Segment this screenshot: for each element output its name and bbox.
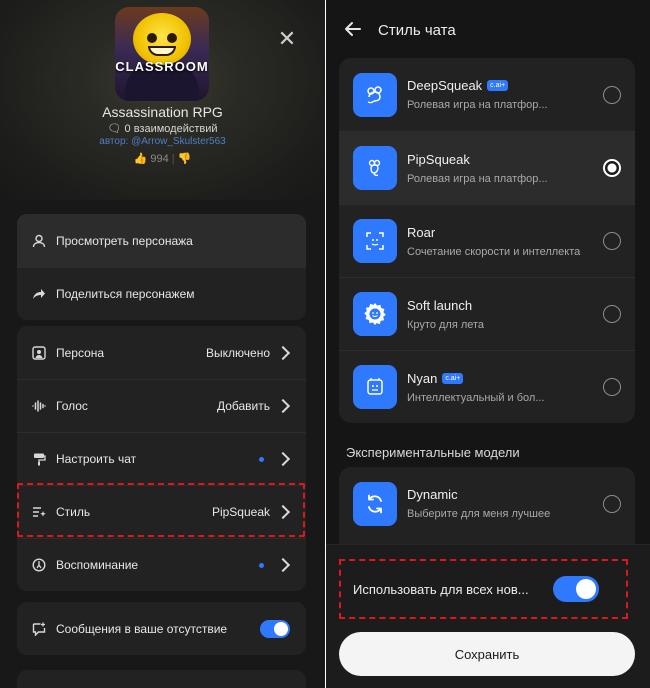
style-value: PipSqueak <box>211 505 270 519</box>
chevron-right-icon <box>275 451 291 467</box>
cat-icon <box>353 365 397 409</box>
model-description: Сочетание скорости и интеллекта <box>407 245 581 258</box>
avatar-mouth <box>148 46 176 56</box>
character-avatar: CLASSROOM <box>115 7 209 101</box>
avatar-eye <box>167 33 177 43</box>
new-indicator-dot <box>259 456 264 462</box>
mouse-small-icon <box>353 146 397 190</box>
style-lines-icon <box>31 504 47 520</box>
model-radio[interactable] <box>603 494 621 513</box>
model-radio[interactable] <box>603 378 621 396</box>
voice-value: Добавить <box>216 399 270 413</box>
voice-row[interactable]: Голос Добавить <box>17 379 306 432</box>
memory-row[interactable]: Воспоминание <box>17 538 306 591</box>
away-messages-row: Сообщения в ваше отсутствие <box>17 602 306 655</box>
chat-settings-card: Персона Выключено Голос Добавить Настрои… <box>17 326 306 591</box>
memory-label: Воспоминание <box>56 558 139 572</box>
model-list: DeepSqueak c.ai+ Ролевая игра на платфор.… <box>339 58 635 423</box>
model-description: Ролевая игра на платфор... <box>407 172 548 185</box>
interactions-count: 🗨 0 взаимодействий <box>0 122 325 135</box>
model-name: Soft launch <box>407 297 473 313</box>
chevron-right-icon <box>275 557 291 573</box>
use-for-all-toggle[interactable] <box>553 576 599 602</box>
avatar-eye <box>147 33 157 43</box>
message-plus-icon <box>31 621 47 637</box>
model-description: Интеллектуальный и бол... <box>407 391 545 404</box>
model-radio[interactable] <box>603 305 621 323</box>
model-description: Выберите для меня лучшее <box>407 508 551 520</box>
character-actions-card: Просмотреть персонажа Поделиться персона… <box>17 214 306 320</box>
likes-count: 994 <box>150 153 169 165</box>
model-radio-selected[interactable] <box>603 159 621 177</box>
persona-label: Персона <box>56 345 105 360</box>
save-button[interactable]: Сохранить <box>339 632 635 676</box>
view-character-button[interactable]: Просмотреть персонажа <box>17 214 306 267</box>
model-option-soft-launch[interactable]: Soft launch Круто для лета <box>339 277 635 350</box>
chat-style-panel: Стиль чата DeepSqueak c.ai+ Ролевая игра … <box>326 0 650 688</box>
share-character-button[interactable]: Поделиться персонажем <box>17 267 306 320</box>
model-option-dynamic[interactable]: Dynamic Выберите для меня лучшее <box>339 467 635 540</box>
model-name: PipSqueak <box>407 151 470 167</box>
cai-plus-badge: c.ai+ <box>487 80 509 91</box>
thumbs-up-icon[interactable]: 👍 <box>134 153 148 165</box>
thumbs-down-icon[interactable]: 👎 <box>178 153 192 165</box>
use-for-all-row: Использовать для всех нов... <box>340 559 620 619</box>
model-option-deepsqueak[interactable]: DeepSqueak c.ai+ Ролевая игра на платфор.… <box>339 58 635 131</box>
refresh-icon <box>353 481 397 526</box>
chevron-right-icon <box>275 398 291 414</box>
model-option-nyan[interactable]: Nyan c.ai+ Интеллектуальный и бол... <box>339 350 635 423</box>
mouse-icon <box>353 72 397 117</box>
model-name: Nyan <box>407 370 438 386</box>
character-panel: CLASSROOM ✕ Assassination RPG 🗨 0 взаимо… <box>0 0 325 688</box>
view-character-label: Просмотреть персонажа <box>56 233 193 248</box>
author-link[interactable]: автор: @Arrow_Skulster563 <box>0 136 325 147</box>
customize-chat-row[interactable]: Настроить чат <box>17 432 306 485</box>
experimental-models-heading: Экспериментальные модели <box>346 445 520 460</box>
sun-icon <box>353 292 397 336</box>
use-for-all-label: Использовать для всех нов... <box>353 581 529 597</box>
bottom-actions: Использовать для всех нов... Сохранить <box>326 544 650 688</box>
page-title: Стиль чата <box>378 22 456 39</box>
vote-bar: 👍 994 | 👎 <box>133 153 192 165</box>
persona-row[interactable]: Персона Выключено <box>17 326 306 379</box>
new-indicator-dot <box>259 562 264 568</box>
avatar-brand-text: CLASSROOM <box>115 59 209 74</box>
more-settings-card <box>17 670 306 688</box>
character-name: Assassination RPG <box>102 104 223 120</box>
away-messages-toggle[interactable] <box>260 619 290 638</box>
model-option-roar[interactable]: Roar Сочетание скорости и интеллекта <box>339 204 635 277</box>
paint-roller-icon <box>31 451 47 467</box>
style-row[interactable]: Стиль PipSqueak <box>17 485 306 538</box>
model-name: Roar <box>407 224 436 240</box>
customize-chat-label: Настроить чат <box>56 452 137 466</box>
persona-icon <box>31 345 47 361</box>
lion-icon <box>353 219 397 263</box>
person-icon <box>31 233 47 249</box>
model-radio[interactable] <box>603 232 621 250</box>
voice-wave-icon <box>31 398 47 414</box>
close-icon[interactable]: ✕ <box>276 28 298 50</box>
share-arrow-icon <box>31 286 47 302</box>
share-character-label: Поделиться персонажем <box>56 287 195 301</box>
voice-label: Голос <box>56 399 88 413</box>
avatar-face <box>133 13 191 65</box>
persona-value: Выключено <box>206 345 270 360</box>
memory-icon <box>31 557 47 573</box>
cai-plus-badge: c.ai+ <box>442 372 464 384</box>
model-description: Круто для лета <box>407 318 485 331</box>
away-messages-card: Сообщения в ваше отсутствие <box>17 602 306 655</box>
experimental-model-list: Dynamic Выберите для меня лучшее <box>339 467 635 547</box>
chevron-right-icon <box>275 504 291 520</box>
chevron-right-icon <box>275 345 291 360</box>
model-name: Dynamic <box>407 487 458 502</box>
chat-bubbles-icon: 🗨 <box>107 123 122 135</box>
back-arrow-icon[interactable] <box>344 20 364 40</box>
model-description: Ролевая игра на платфор... <box>407 99 548 111</box>
away-messages-label: Сообщения в ваше отсутствие <box>56 621 228 636</box>
interactions-text: 0 взаимодействий <box>124 123 218 135</box>
style-label: Стиль <box>56 505 91 519</box>
model-name: DeepSqueak <box>407 78 483 93</box>
model-option-pipsqueak[interactable]: PipSqueak Ролевая игра на платфор... <box>339 131 635 204</box>
model-radio[interactable] <box>603 85 621 104</box>
